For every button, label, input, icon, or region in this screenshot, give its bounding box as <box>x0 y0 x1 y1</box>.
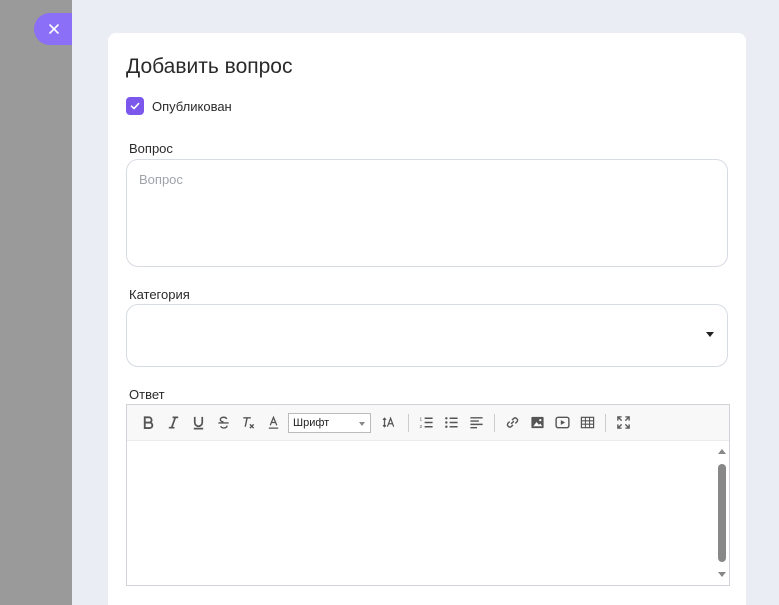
page-title: Добавить вопрос <box>126 55 293 78</box>
align-button[interactable] <box>464 411 489 435</box>
italic-icon <box>168 416 179 429</box>
question-placeholder: Вопрос <box>139 172 183 187</box>
clear-format-button[interactable] <box>236 411 261 435</box>
italic-button[interactable] <box>161 411 186 435</box>
chevron-down-icon <box>359 421 365 426</box>
video-icon <box>555 416 570 429</box>
image-icon <box>531 416 544 429</box>
check-icon <box>130 102 140 110</box>
form-card: Добавить вопрос Опубликован Вопрос Вопро… <box>108 33 746 605</box>
link-button[interactable] <box>500 411 525 435</box>
font-size-icon <box>382 416 394 428</box>
scroll-up-arrow-icon[interactable] <box>718 449 726 454</box>
toolbar-divider <box>605 413 606 432</box>
answer-label: Ответ <box>129 387 165 402</box>
underline-icon <box>193 416 204 430</box>
text-color-button[interactable] <box>261 411 286 435</box>
editor-scrollbar[interactable] <box>717 447 727 577</box>
table-button[interactable] <box>575 411 600 435</box>
overlay-backdrop[interactable] <box>0 0 72 605</box>
font-size-button[interactable] <box>375 411 403 435</box>
underline-button[interactable] <box>186 411 211 435</box>
published-checkbox-row[interactable]: Опубликован <box>126 97 232 115</box>
bold-button[interactable] <box>136 411 161 435</box>
svg-text:2: 2 <box>419 424 422 429</box>
category-select[interactable] <box>126 304 728 367</box>
text-color-icon <box>268 415 279 429</box>
published-label: Опубликован <box>152 98 232 114</box>
link-icon <box>506 417 519 428</box>
bullet-list-button[interactable] <box>439 411 464 435</box>
answer-editor-content[interactable] <box>127 441 729 585</box>
strikethrough-button[interactable] <box>211 411 236 435</box>
scrollbar-thumb[interactable] <box>718 464 726 562</box>
published-checkbox[interactable] <box>126 97 144 115</box>
font-family-value: Шрифт <box>293 416 330 429</box>
toolbar-divider <box>408 413 409 432</box>
strikethrough-icon <box>218 416 229 429</box>
side-drawer: Добавить вопрос Опубликован Вопрос Вопро… <box>72 0 779 605</box>
image-button[interactable] <box>525 411 550 435</box>
toolbar-divider <box>494 413 495 432</box>
chevron-down-icon <box>706 332 714 337</box>
clear-format-icon <box>243 417 255 429</box>
bold-icon <box>143 416 154 429</box>
category-label: Категория <box>129 287 190 302</box>
editor-toolbar: Шрифт 12 <box>127 405 729 441</box>
numbered-list-icon: 12 <box>419 417 433 429</box>
question-label: Вопрос <box>129 141 173 156</box>
close-icon <box>49 24 59 34</box>
fullscreen-icon <box>617 416 630 429</box>
bullet-list-icon <box>445 417 458 428</box>
font-family-select[interactable]: Шрифт <box>288 412 371 433</box>
question-textarea[interactable]: Вопрос <box>126 159 728 267</box>
close-button[interactable] <box>34 13 74 45</box>
fullscreen-button[interactable] <box>611 411 636 435</box>
video-button[interactable] <box>550 411 575 435</box>
svg-text:1: 1 <box>419 417 422 422</box>
numbered-list-button[interactable]: 12 <box>414 411 439 435</box>
answer-rich-text-editor: Шрифт 12 <box>126 404 730 586</box>
table-icon <box>580 416 595 429</box>
align-icon <box>470 417 483 429</box>
scroll-down-arrow-icon[interactable] <box>718 572 726 577</box>
